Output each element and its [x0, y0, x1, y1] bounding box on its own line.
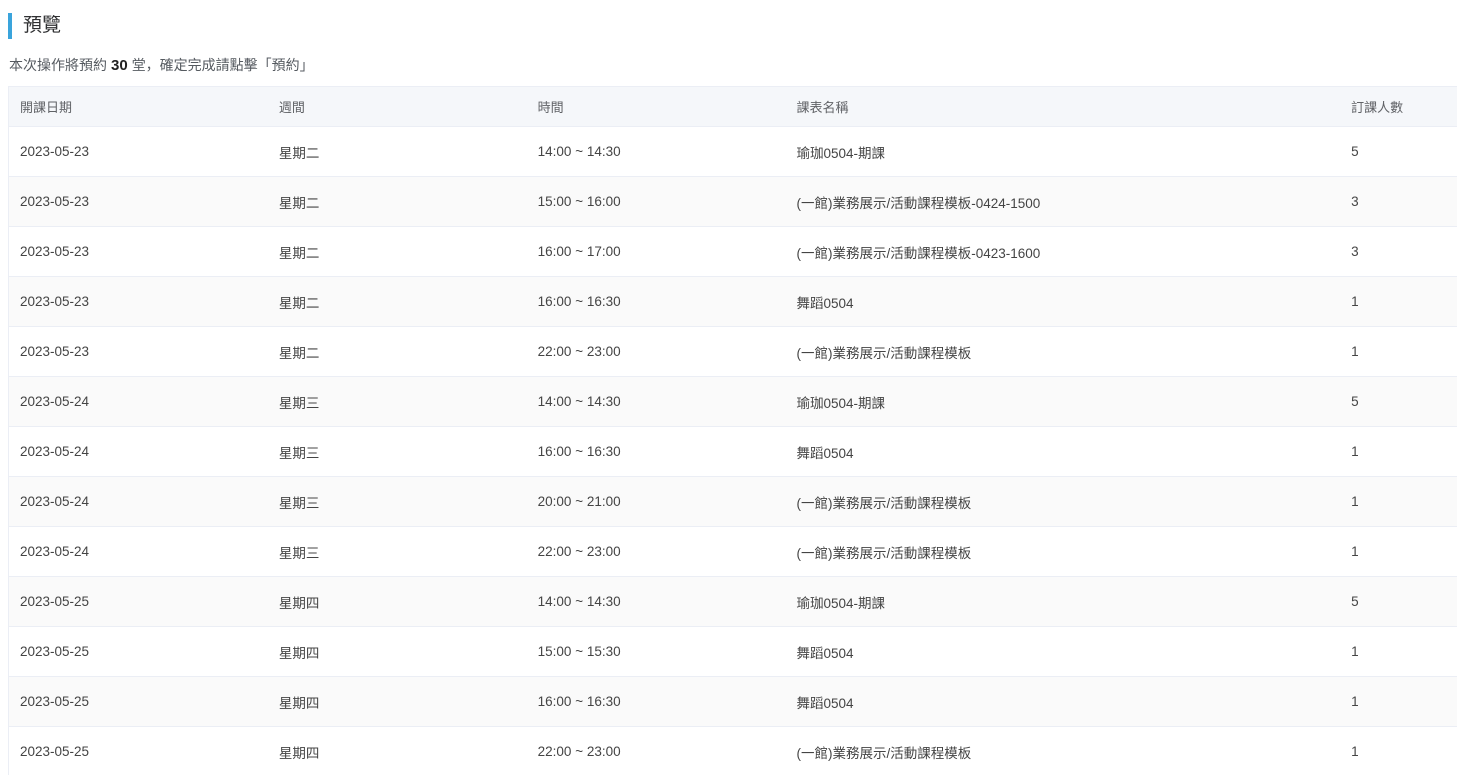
table-row: 2023-05-25 星期四 16:00 ~ 16:30 舞蹈0504 1 — [9, 677, 1457, 727]
cell-course-name: (一館)業務展示/活動課程模板 — [796, 345, 972, 361]
table-row: 2023-05-24 星期三 22:00 ~ 23:00 (一館)業務展示/活動課程模… — [9, 527, 1457, 577]
cell-time: 16:00 ~ 16:30 — [537, 444, 621, 459]
cell-weekday: 星期二 — [278, 245, 320, 261]
cell-date: 2023-05-24 — [20, 444, 90, 459]
cell-date: 2023-05-23 — [20, 244, 90, 259]
cell-course-name: 瑜珈0504-期課 — [796, 145, 886, 161]
cell-course-name: (一館)業務展示/活動課程模板 — [796, 545, 972, 561]
cell-time: 14:00 ~ 14:30 — [537, 594, 621, 609]
column-header-weekday: 週間 — [278, 100, 305, 115]
cell-time: 22:00 ~ 23:00 — [537, 544, 621, 559]
cell-time: 14:00 ~ 14:30 — [537, 394, 621, 409]
cell-date: 2023-05-25 — [20, 744, 90, 759]
table-row: 2023-05-23 星期二 16:00 ~ 17:00 (一館)業務展示/活動課程模… — [9, 227, 1457, 277]
cell-time: 16:00 ~ 16:30 — [537, 694, 621, 709]
cell-booking-count: 5 — [1351, 594, 1359, 609]
cell-course-name: (一館)業務展示/活動課程模板 — [796, 745, 972, 761]
cell-weekday: 星期三 — [278, 395, 320, 411]
cell-weekday: 星期三 — [278, 495, 320, 511]
cell-course-name: 舞蹈0504 — [796, 445, 854, 461]
preview-table: 開課日期 週間 時間 課表名稱 訂課人數 2023-05-23 星期二 14:00 … — [8, 86, 1457, 775]
column-header-booking-count: 訂課人數 — [1351, 100, 1404, 115]
table-row: 2023-05-25 星期四 22:00 ~ 23:00 (一館)業務展示/活動課程模… — [9, 727, 1457, 775]
cell-course-name: (一館)業務展示/活動課程模板-0424-1500 — [796, 195, 1041, 211]
booking-summary: 本次操作將預約 30 堂，確定完成請點擊「預約」 — [9, 55, 314, 76]
cell-weekday: 星期四 — [278, 745, 320, 761]
summary-prefix: 本次操作將預約 — [9, 57, 107, 73]
cell-weekday: 星期三 — [278, 445, 320, 461]
cell-date: 2023-05-23 — [20, 194, 90, 209]
column-header-time: 時間 — [537, 100, 564, 115]
cell-time: 22:00 ~ 23:00 — [537, 744, 621, 759]
cell-date: 2023-05-24 — [20, 544, 90, 559]
table-row: 2023-05-23 星期二 14:00 ~ 14:30 瑜珈0504-期課 5 — [9, 127, 1457, 177]
cell-course-name: (一館)業務展示/活動課程模板-0423-1600 — [796, 245, 1041, 261]
cell-booking-count: 3 — [1351, 244, 1359, 259]
summary-suffix: 堂，確定完成請點擊「預約」 — [131, 57, 314, 73]
cell-weekday: 星期四 — [278, 695, 320, 711]
cell-booking-count: 5 — [1351, 144, 1359, 159]
table-row: 2023-05-23 星期二 16:00 ~ 16:30 舞蹈0504 1 — [9, 277, 1457, 327]
cell-date: 2023-05-23 — [20, 344, 90, 359]
column-header-course-name: 課表名稱 — [796, 100, 849, 115]
table-body: 2023-05-23 星期二 14:00 ~ 14:30 瑜珈0504-期課 5 2023… — [9, 127, 1457, 775]
cell-booking-count: 5 — [1351, 394, 1359, 409]
cell-date: 2023-05-25 — [20, 594, 90, 609]
cell-booking-count: 1 — [1351, 644, 1359, 659]
cell-time: 15:00 ~ 15:30 — [537, 644, 621, 659]
cell-booking-count: 1 — [1351, 494, 1359, 509]
cell-weekday: 星期二 — [278, 295, 320, 311]
table-row: 2023-05-23 星期二 15:00 ~ 16:00 (一館)業務展示/活動課程模… — [9, 177, 1457, 227]
cell-weekday: 星期三 — [278, 545, 320, 561]
cell-date: 2023-05-24 — [20, 494, 90, 509]
cell-booking-count: 1 — [1351, 694, 1359, 709]
cell-weekday: 星期四 — [278, 595, 320, 611]
page-title: 預覽 — [23, 15, 62, 36]
cell-weekday: 星期二 — [278, 195, 320, 211]
cell-date: 2023-05-24 — [20, 394, 90, 409]
table-row: 2023-05-25 星期四 14:00 ~ 14:30 瑜珈0504-期課 5 — [9, 577, 1457, 627]
heading-accent-bar — [8, 13, 12, 39]
table-row: 2023-05-24 星期三 20:00 ~ 21:00 (一館)業務展示/活動課程模… — [9, 477, 1457, 527]
table-row: 2023-05-24 星期三 16:00 ~ 16:30 舞蹈0504 1 — [9, 427, 1457, 477]
table-row: 2023-05-25 星期四 15:00 ~ 15:30 舞蹈0504 1 — [9, 627, 1457, 677]
cell-course-name: 舞蹈0504 — [796, 295, 854, 311]
cell-date: 2023-05-25 — [20, 694, 90, 709]
cell-booking-count: 1 — [1351, 444, 1359, 459]
cell-weekday: 星期二 — [278, 345, 320, 361]
cell-booking-count: 1 — [1351, 544, 1359, 559]
cell-booking-count: 1 — [1351, 344, 1359, 359]
cell-time: 20:00 ~ 21:00 — [537, 494, 621, 509]
table-row: 2023-05-23 星期二 22:00 ~ 23:00 (一館)業務展示/活動課程模… — [9, 327, 1457, 377]
cell-weekday: 星期四 — [278, 645, 320, 661]
preview-heading: 預覽 — [8, 13, 61, 39]
cell-date: 2023-05-23 — [20, 294, 90, 309]
cell-time: 15:00 ~ 16:00 — [537, 194, 621, 209]
cell-time: 16:00 ~ 17:00 — [537, 244, 621, 259]
cell-booking-count: 1 — [1351, 744, 1359, 759]
cell-time: 16:00 ~ 16:30 — [537, 294, 621, 309]
table-header-row: 開課日期 週間 時間 課表名稱 訂課人數 — [9, 87, 1457, 127]
summary-count: 30 — [111, 57, 128, 74]
cell-course-name: 舞蹈0504 — [796, 645, 854, 661]
column-header-date: 開課日期 — [20, 100, 73, 115]
cell-booking-count: 3 — [1351, 194, 1359, 209]
cell-course-name: (一館)業務展示/活動課程模板 — [796, 495, 972, 511]
cell-date: 2023-05-23 — [20, 144, 90, 159]
cell-course-name: 瑜珈0504-期課 — [796, 595, 886, 611]
cell-course-name: 瑜珈0504-期課 — [796, 395, 886, 411]
table-row: 2023-05-24 星期三 14:00 ~ 14:30 瑜珈0504-期課 5 — [9, 377, 1457, 427]
cell-time: 22:00 ~ 23:00 — [537, 344, 621, 359]
cell-course-name: 舞蹈0504 — [796, 695, 854, 711]
cell-weekday: 星期二 — [278, 145, 320, 161]
cell-booking-count: 1 — [1351, 294, 1359, 309]
cell-date: 2023-05-25 — [20, 644, 90, 659]
cell-time: 14:00 ~ 14:30 — [537, 144, 621, 159]
